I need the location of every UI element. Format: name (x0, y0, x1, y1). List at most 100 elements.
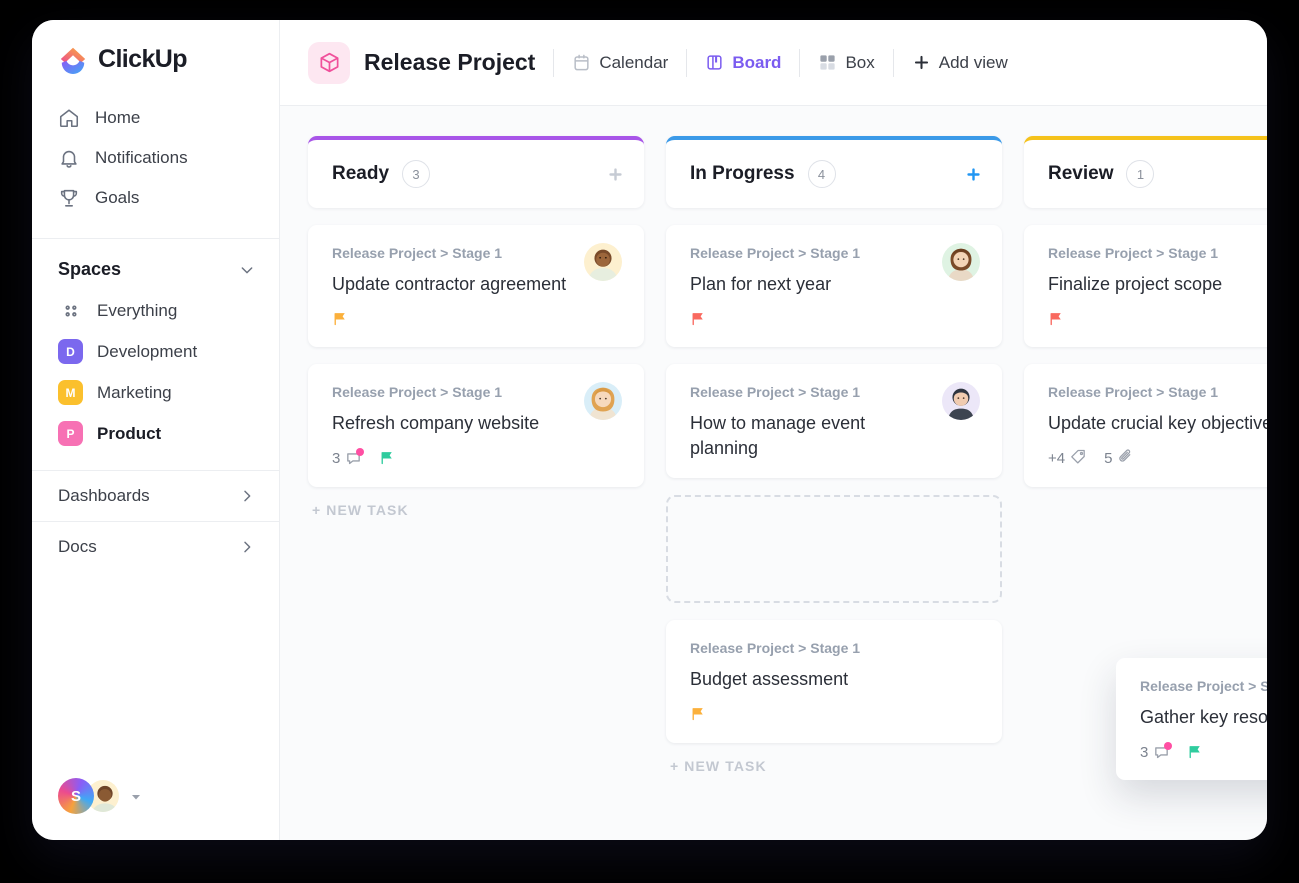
task-card[interactable]: Release Project > Stage 1 Budget assessm… (666, 620, 1002, 743)
card-breadcrumb: Release Project > Stage 1 (332, 245, 503, 261)
column-header[interactable]: Review 1 (1024, 136, 1267, 208)
card-breadcrumb: Release Project > Stage 1 (1140, 678, 1267, 694)
card-footer (690, 309, 980, 329)
divider (553, 48, 555, 77)
tab-calendar[interactable]: Calendar (572, 53, 668, 73)
board-column-in-progress: In Progress 4 Release Project > Stage 1 … (666, 136, 1002, 774)
column-title: Ready (332, 163, 390, 184)
card-footer: +4 5 (1048, 449, 1267, 469)
card-breadcrumb: Release Project > Stage 1 (1048, 384, 1219, 401)
space-label: Development (97, 341, 198, 361)
task-card[interactable]: Release Project > Stage 1 Plan for next … (666, 225, 1002, 348)
tab-board[interactable]: Board (705, 53, 781, 73)
card-title: Finalize project scope (1048, 274, 1223, 294)
sidebar-item-marketing[interactable]: M Marketing (32, 372, 279, 413)
primary-nav: Home Notifications Goals (32, 94, 279, 228)
comment-count-value: 3 (332, 450, 341, 468)
home-icon (58, 107, 80, 129)
space-label: Everything (97, 300, 178, 320)
priority-flag-icon[interactable] (332, 311, 349, 328)
card-title: Plan for next year (690, 274, 832, 294)
card-breadcrumb: Release Project > Stage 1 (690, 640, 861, 657)
card-footer: 3 (332, 448, 622, 469)
sidebar-item-notifications[interactable]: Notifications (32, 138, 279, 178)
column-header[interactable]: In Progress 4 (666, 136, 1002, 208)
task-card[interactable]: Release Project > Stage 1 Refresh compan… (308, 364, 644, 487)
kanban-board: Ready 3 Release Project > Stage 1 Update… (280, 106, 1267, 840)
priority-flag-icon[interactable] (690, 311, 707, 328)
page-title: Release Project (364, 49, 536, 75)
dragged-task-card[interactable]: Release Project > Stage 1 Gather key res… (1116, 658, 1267, 781)
chevron-down-icon[interactable] (130, 790, 142, 802)
avatar[interactable]: S (58, 778, 94, 814)
sidebar: ClickUp Home Notifications Goals Spaces … (32, 20, 280, 840)
sidebar-item-goals[interactable]: Goals (32, 178, 279, 218)
chevron-down-icon[interactable] (239, 262, 255, 278)
comment-count[interactable]: 3 (332, 448, 365, 468)
notification-dot (356, 448, 365, 457)
new-task-button[interactable]: + NEW TASK (666, 758, 1002, 774)
chevron-right-icon (239, 488, 255, 504)
priority-flag-icon[interactable] (1187, 744, 1204, 761)
column-count-badge: 3 (402, 160, 431, 188)
tag-icon (1070, 448, 1087, 469)
board-column-review: Review 1 Release Project > Stage 1 Final… (1024, 136, 1267, 487)
attachment-count-value: 5 (1104, 450, 1113, 468)
avatar[interactable] (584, 243, 622, 281)
avatar[interactable] (942, 243, 980, 281)
priority-flag-icon[interactable] (379, 450, 396, 467)
task-card[interactable]: Release Project > Stage 1 How to manage … (666, 364, 1002, 479)
column-header[interactable]: Ready 3 (308, 136, 644, 208)
sidebar-item-docs[interactable]: Docs (32, 521, 279, 572)
sidebar-item-everything[interactable]: Everything (32, 290, 279, 331)
attachment-count[interactable]: 5 (1104, 448, 1134, 469)
card-title: Gather key resources (1140, 707, 1267, 727)
tab-label: Board (732, 52, 782, 72)
add-view-button[interactable]: Add view (912, 53, 1008, 73)
main-area: Release Project Calendar Board Box Add v… (280, 20, 1267, 840)
card-breadcrumb: Release Project > Stage 1 (690, 245, 861, 261)
clickup-logo-icon (58, 44, 88, 74)
sidebar-item-label: Notifications (95, 148, 188, 167)
sidebar-item-label: Docs (58, 537, 97, 556)
card-footer: 3 (1140, 741, 1267, 762)
card-footer (690, 705, 980, 725)
card-breadcrumb: Release Project > Stage 1 (332, 384, 503, 401)
cube-icon (308, 41, 350, 84)
divider (686, 48, 688, 77)
comment-count[interactable]: 3 (1140, 741, 1173, 761)
sidebar-item-dashboards[interactable]: Dashboards (32, 470, 279, 521)
add-task-button[interactable] (607, 166, 624, 183)
spaces-section-header[interactable]: Spaces (32, 239, 279, 290)
comment-icon (1153, 741, 1173, 761)
tag-count[interactable]: +4 (1048, 448, 1087, 469)
card-breadcrumb: Release Project > Stage 1 (1048, 245, 1219, 261)
priority-flag-icon[interactable] (690, 706, 707, 723)
column-count-badge: 1 (1126, 160, 1155, 188)
card-title: Update contractor agreement (332, 274, 567, 294)
box-grid-icon (818, 53, 837, 72)
board-column-ready: Ready 3 Release Project > Stage 1 Update… (308, 136, 644, 518)
drop-zone-placeholder (666, 495, 1002, 604)
new-task-button[interactable]: + NEW TASK (308, 502, 644, 518)
column-count-badge: 4 (807, 160, 836, 188)
sidebar-item-home[interactable]: Home (32, 98, 279, 138)
card-title: Budget assessment (690, 669, 849, 690)
task-card[interactable]: Release Project > Stage 1 Finalize proje… (1024, 225, 1267, 348)
space-avatar: P (58, 421, 83, 446)
brand-logo-area[interactable]: ClickUp (32, 20, 279, 94)
task-card[interactable]: Release Project > Stage 1 Update crucial… (1024, 364, 1267, 487)
add-task-button[interactable] (965, 166, 982, 183)
comment-icon (345, 448, 365, 467)
sidebar-item-label: Home (95, 108, 141, 127)
divider (799, 48, 801, 77)
tag-count-value: +4 (1048, 450, 1066, 468)
sidebar-item-development[interactable]: D Development (32, 331, 279, 372)
add-view-label: Add view (938, 52, 1008, 72)
sidebar-item-product[interactable]: P Product (32, 413, 279, 454)
tab-box[interactable]: Box (818, 53, 875, 73)
notification-dot (1164, 741, 1173, 750)
task-card[interactable]: Release Project > Stage 1 Update contrac… (308, 225, 644, 348)
priority-flag-icon[interactable] (1048, 311, 1065, 328)
